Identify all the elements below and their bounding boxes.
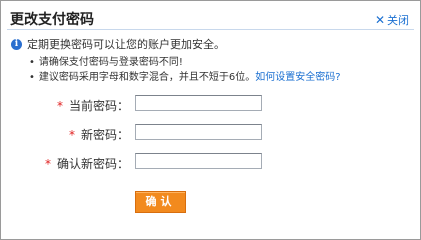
confirm-password-row: * 确认新密码： [1,153,420,171]
confirm-button[interactable]: 确认 [135,191,186,213]
help-link[interactable]: 如何设置安全密码? [255,72,340,83]
tip-text: 请确保支付密码与登录密码不同! [38,57,183,68]
change-password-dialog: 更改支付密码 ✕ 关闭 i 定期更换密码可以让您的账户更加安全。 请确保支付密码… [0,0,421,240]
dialog-title: 更改支付密码 [10,12,94,28]
title-divider [7,29,414,30]
notice-headline: 定期更换密码可以让您的账户更加安全。 [27,38,225,51]
new-password-label: * 新密码： [68,128,129,142]
current-password-input[interactable] [135,95,262,111]
current-password-row: * 当前密码： [1,95,420,113]
close-icon[interactable]: ✕ [375,14,385,26]
required-mark: * [44,157,51,171]
tip-text: 建议密码采用字母和数字混合，并且不短于6位。 [38,72,256,83]
close-button[interactable]: ✕ 关闭 [375,12,409,28]
required-mark: * [56,99,63,113]
new-password-input[interactable] [135,124,262,140]
confirm-password-input[interactable] [135,153,262,169]
tips-list: 请确保支付密码与登录密码不同! 建议密码采用字母和数字混合，并且不短于6位。如何… [29,55,341,85]
notice-panel: i 定期更换密码可以让您的账户更加安全。 请确保支付密码与登录密码不同! 建议密… [11,36,341,85]
current-password-label: * 当前密码： [56,99,129,113]
info-icon: i [11,38,22,50]
new-password-row: * 新密码： [1,124,420,142]
close-label[interactable]: 关闭 [387,12,409,28]
required-mark: * [68,128,75,142]
confirm-password-label: * 确认新密码： [44,157,129,171]
tip-item: 请确保支付密码与登录密码不同! [29,55,341,70]
tip-item: 建议密码采用字母和数字混合，并且不短于6位。如何设置安全密码? [29,70,341,85]
